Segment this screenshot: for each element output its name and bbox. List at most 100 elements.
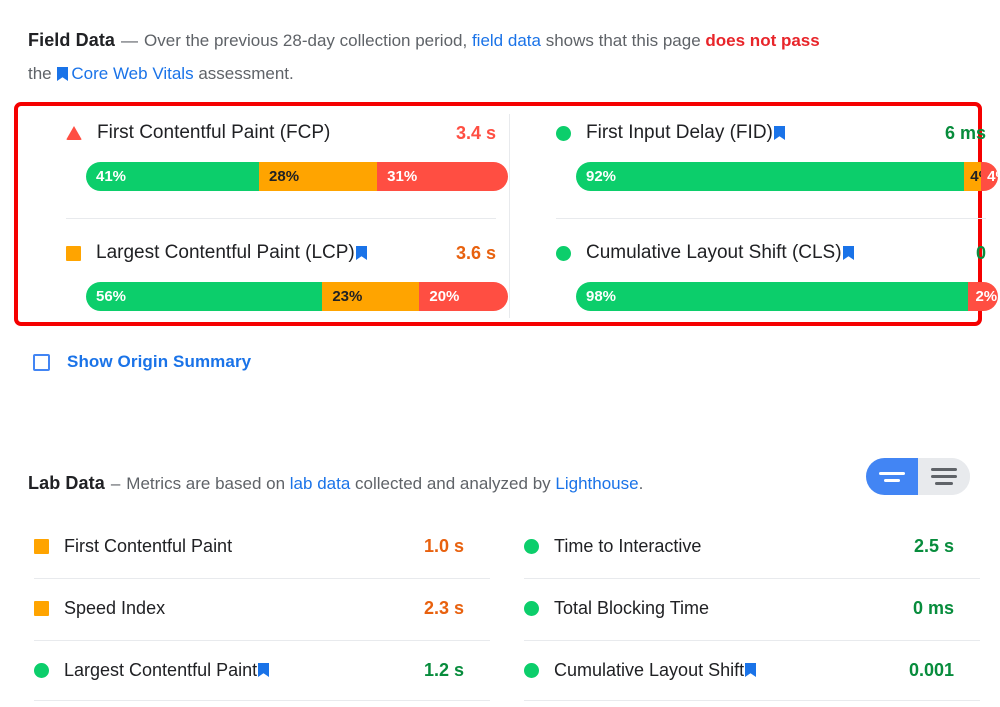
toggle-expanded-view[interactable] xyxy=(918,458,970,495)
dist-segment-poor: 2% xyxy=(968,282,998,311)
bookmark-icon xyxy=(773,126,785,140)
lab-metric-label: Cumulative Layout Shift xyxy=(554,659,745,680)
list-expanded-icon xyxy=(931,468,957,471)
list-condensed-icon-line2 xyxy=(884,478,900,482)
bookmark-icon xyxy=(745,663,757,677)
status-square-icon xyxy=(34,538,49,554)
field-metric-cls-head: Cumulative Layout Shift (CLS) 0 xyxy=(556,238,986,268)
lab-data-description: Lab Data – Metrics are based on lab data c… xyxy=(28,470,643,497)
dist-segment-poor: 20% xyxy=(419,282,508,311)
field-data-panel: First Contentful Paint (FCP) 3.4 s 41% 2… xyxy=(14,102,998,326)
field-metric-lcp[interactable]: Largest Contentful Paint (LCP) 3.6 s 56%… xyxy=(66,238,508,311)
bookmark-icon xyxy=(258,663,270,677)
lab-data-desc-1: Metrics are based on xyxy=(126,474,286,493)
lab-metric-speed-index[interactable]: Speed Index 2.3 s xyxy=(34,592,464,624)
field-metric-fcp-value: 3.4 s xyxy=(455,123,496,143)
field-data-desc-2: shows that this page xyxy=(545,31,701,50)
dist-segment-poor: 4% xyxy=(981,162,998,191)
field-metric-cls-label: Cumulative Layout Shift (CLS) xyxy=(586,242,842,263)
lab-metric-label: Time to Interactive xyxy=(554,535,702,556)
lab-data-desc-3: . xyxy=(638,474,644,493)
status-circle-icon xyxy=(524,538,539,554)
field-data-desc-1: Over the previous 28-day collection peri… xyxy=(144,31,468,50)
lab-metric-first-contentful-paint[interactable]: First Contentful Paint 1.0 s xyxy=(34,530,464,562)
status-square-icon xyxy=(34,600,49,616)
field-metric-fid-head: First Input Delay (FID) 6 ms xyxy=(556,118,986,148)
field-metric-fcp[interactable]: First Contentful Paint (FCP) 3.4 s 41% 2… xyxy=(66,118,508,191)
status-circle-icon xyxy=(34,662,49,678)
lab-metric-value: 0.001 xyxy=(908,659,954,680)
dist-segment-good: 56% xyxy=(86,282,323,311)
row-divider-left xyxy=(66,218,496,219)
field-metric-cls-value: 0 xyxy=(975,243,986,263)
field-data-dash: — xyxy=(121,31,139,50)
field-data-desc-3: the xyxy=(28,64,52,83)
lighthouse-link[interactable]: Lighthouse xyxy=(555,474,638,493)
row-divider-right xyxy=(556,218,986,219)
lab-metric-value: 1.0 s xyxy=(423,535,464,556)
lab-data-desc-2: collected and analyzed by xyxy=(355,474,551,493)
status-circle-icon xyxy=(556,125,571,141)
lab-data-title: Lab Data xyxy=(28,473,105,493)
lab-metric-time-to-interactive[interactable]: Time to Interactive 2.5 s xyxy=(524,530,954,562)
status-circle-icon xyxy=(524,600,539,616)
list-expanded-icon-line2 xyxy=(931,475,957,478)
field-metric-cls-distribution: 98% 2% xyxy=(576,282,998,311)
field-data-verdict: does not pass xyxy=(705,31,820,50)
field-data-link[interactable]: field data xyxy=(472,31,541,50)
lab-metric-total-blocking-time[interactable]: Total Blocking Time 0 ms xyxy=(524,592,954,624)
field-metrics-grid: First Contentful Paint (FCP) 3.4 s 41% 2… xyxy=(18,106,998,322)
lab-metric-label: Total Blocking Time xyxy=(554,597,710,618)
lab-row-divider xyxy=(34,578,490,579)
toggle-condensed-view[interactable] xyxy=(866,458,918,495)
show-origin-summary-label[interactable]: Show Origin Summary xyxy=(67,352,251,372)
field-metric-fcp-distribution: 41% 28% 31% xyxy=(86,162,508,191)
lab-metric-value: 1.2 s xyxy=(423,659,464,680)
lab-row-divider xyxy=(524,640,980,641)
lab-data-link[interactable]: lab data xyxy=(290,474,351,493)
lab-metric-cumulative-layout-shift[interactable]: Cumulative Layout Shift 0.001 xyxy=(524,654,954,686)
list-condensed-icon xyxy=(879,471,905,475)
lab-metric-label: Largest Contentful Paint xyxy=(64,659,258,680)
lab-metric-largest-contentful-paint[interactable]: Largest Contentful Paint 1.2 s xyxy=(34,654,464,686)
field-metric-lcp-label: Largest Contentful Paint (LCP) xyxy=(96,242,355,263)
lab-row-divider xyxy=(34,700,490,701)
dist-segment-average: 28% xyxy=(259,162,378,191)
lab-metric-label: First Contentful Paint xyxy=(64,535,233,556)
bookmark-icon xyxy=(842,246,854,260)
field-metric-cls[interactable]: Cumulative Layout Shift (CLS) 0 98% 2% xyxy=(556,238,998,311)
dist-segment-good: 98% xyxy=(576,282,969,311)
dist-segment-poor: 31% xyxy=(377,162,508,191)
field-data-title: Field Data xyxy=(28,30,116,50)
status-circle-icon xyxy=(524,662,539,678)
lab-data-dash: – xyxy=(110,474,121,493)
lab-row-divider xyxy=(34,640,490,641)
lab-metric-value: 2.3 s xyxy=(423,597,464,618)
field-metric-fid-label: First Input Delay (FID) xyxy=(586,122,773,143)
core-web-vitals-link[interactable]: Core Web Vitals xyxy=(71,64,193,83)
field-data-desc-4: assessment. xyxy=(198,64,294,83)
lab-metric-value: 0 ms xyxy=(912,597,954,618)
show-origin-summary-checkbox[interactable] xyxy=(33,353,50,371)
show-origin-summary-row[interactable]: Show Origin Summary xyxy=(33,352,251,372)
field-metric-fid[interactable]: First Input Delay (FID) 6 ms 92% 4% 4% xyxy=(556,118,998,191)
lab-view-toggle[interactable] xyxy=(866,458,970,495)
bookmark-icon xyxy=(57,67,69,81)
lab-metric-label: Speed Index xyxy=(64,597,166,618)
dist-segment-good: 41% xyxy=(86,162,260,191)
status-triangle-icon xyxy=(66,126,82,140)
lab-row-divider xyxy=(524,700,980,701)
field-metric-fcp-label: First Contentful Paint (FCP) xyxy=(97,122,331,143)
lab-metric-value: 2.5 s xyxy=(913,535,954,556)
bookmark-icon xyxy=(355,246,367,260)
field-data-description: Field Data — Over the previous 28-day coll… xyxy=(28,24,928,90)
field-metric-lcp-value: 3.6 s xyxy=(455,243,496,263)
lab-row-divider xyxy=(524,578,980,579)
status-square-icon xyxy=(66,245,81,261)
status-circle-icon xyxy=(556,245,571,261)
list-expanded-icon-line3 xyxy=(935,482,953,485)
dist-segment-average: 4% xyxy=(964,162,982,191)
field-metric-fid-value: 6 ms xyxy=(944,123,986,143)
field-metric-fid-distribution: 92% 4% 4% xyxy=(576,162,998,191)
dist-segment-average: 23% xyxy=(322,282,420,311)
